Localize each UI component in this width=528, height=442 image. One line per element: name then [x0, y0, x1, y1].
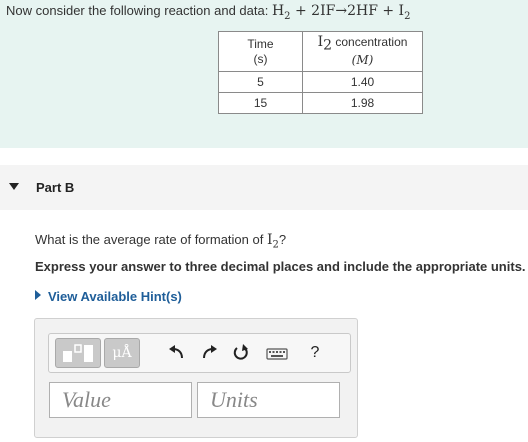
view-hints-link[interactable]: View Available Hint(s) — [35, 289, 182, 304]
undo-icon[interactable] — [167, 342, 187, 364]
time-cell: 15 — [218, 92, 303, 114]
expand-caret-icon — [35, 290, 41, 300]
keyboard-icon[interactable] — [265, 342, 289, 364]
part-b-header[interactable]: Part B — [0, 165, 528, 210]
reaction-equation: H2 + 2IF→2HF + I2 — [271, 3, 411, 22]
concentration-header: I2 concentration (M) — [302, 31, 423, 72]
collapse-caret-icon[interactable] — [9, 183, 19, 190]
concentration-cell: 1.98 — [302, 92, 423, 114]
time-cell: 5 — [218, 71, 303, 93]
table-row: 5 1.40 — [218, 71, 423, 93]
math-toolbar: μÅ ? — [48, 333, 351, 373]
redo-icon[interactable] — [199, 342, 219, 364]
intro-statement: Now consider the following reaction and … — [6, 3, 269, 18]
table-row: 15 1.98 — [218, 92, 423, 114]
hint-link-label: View Available Hint(s) — [48, 289, 182, 304]
units-button[interactable]: μÅ — [104, 338, 140, 368]
value-input[interactable]: Value — [49, 382, 192, 418]
time-header: Time (s) — [218, 31, 303, 72]
intro-text: Now consider the following reaction and … — [6, 3, 410, 22]
templates-button[interactable] — [55, 338, 101, 368]
units-input[interactable]: Units — [197, 382, 340, 418]
answer-instruction: Express your answer to three decimal pla… — [35, 259, 526, 274]
answer-panel: μÅ ? Value Units — [34, 318, 358, 438]
concentration-table: Time (s) I2 concentration (M) 5 1.40 15 … — [218, 31, 423, 114]
table-header-row: Time (s) I2 concentration (M) — [218, 31, 423, 72]
reset-icon[interactable] — [231, 342, 251, 364]
help-icon[interactable]: ? — [305, 342, 325, 364]
templates-icon — [63, 344, 93, 362]
question-text: What is the average rate of formation of… — [35, 232, 287, 251]
problem-intro: Now consider the following reaction and … — [0, 0, 528, 148]
part-label: Part B — [36, 180, 75, 195]
units-button-label: μÅ — [112, 345, 132, 361]
concentration-cell: 1.40 — [302, 71, 423, 93]
